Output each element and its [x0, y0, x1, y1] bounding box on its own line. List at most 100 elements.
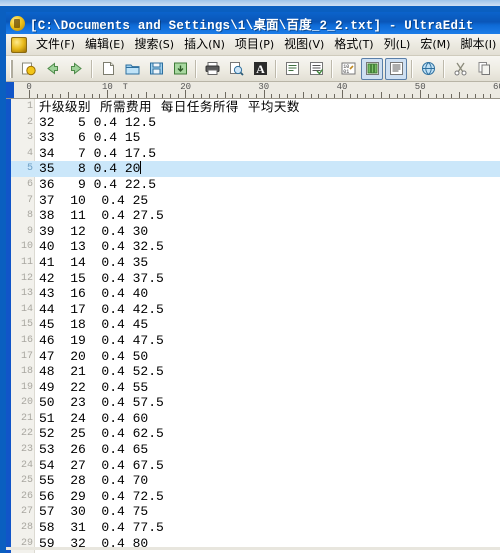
- editor-line[interactable]: 1 升级级别 所需费用 每日任务所得 平均天数: [11, 99, 500, 115]
- line-number: 16: [20, 334, 33, 346]
- line-text: 40 13 0.4 32.5: [39, 239, 164, 255]
- print-preview-icon[interactable]: [225, 58, 247, 80]
- editor-line-selected[interactable]: 5 35 8 0.4 20: [11, 161, 500, 177]
- ruler-label: 20: [180, 82, 191, 92]
- list-lines-icon[interactable]: [305, 58, 327, 80]
- save-icon[interactable]: [145, 58, 167, 80]
- editor-line[interactable]: 16 46 19 0.4 47.5: [11, 333, 500, 349]
- ultraedit-window: [C:\Documents and Settings\1\桌面\百度_2_2.t…: [0, 0, 500, 553]
- document-icon[interactable]: [11, 36, 27, 53]
- menu-item-3[interactable]: 搜索(S): [130, 35, 180, 54]
- back-arrow-icon[interactable]: [41, 58, 63, 80]
- editor-line[interactable]: 14 44 17 0.4 42.5: [11, 302, 500, 318]
- web-browser-icon[interactable]: [417, 58, 439, 80]
- forward-arrow-icon[interactable]: [65, 58, 87, 80]
- line-text: 32 5 0.4 12.5: [39, 114, 157, 130]
- ruler[interactable]: 0 10 20 30 40 50 60 T: [6, 82, 500, 99]
- editor-line[interactable]: 22 52 25 0.4 62.5: [11, 426, 500, 442]
- hex-edit-icon[interactable]: 10 01: [337, 58, 359, 80]
- menu-item-mnemonic: (M): [432, 38, 451, 51]
- editor-line[interactable]: 13 43 16 0.4 40: [11, 286, 500, 302]
- line-text: 50 23 0.4 57.5: [39, 395, 164, 411]
- ruler-label: 10: [102, 82, 113, 92]
- cut-icon[interactable]: [449, 58, 471, 80]
- editor-line[interactable]: 20 50 23 0.4 57.5: [11, 395, 500, 411]
- ruler-tick: [271, 94, 273, 98]
- menu-item-mnemonic: (S): [158, 38, 175, 51]
- ruler-tick: [388, 94, 390, 98]
- text-editor[interactable]: 1 升级级别 所需费用 每日任务所得 平均天数 2 32 5 0.4 12.5 3 33 …: [6, 99, 500, 553]
- menu-item-7[interactable]: 格式(T): [329, 35, 378, 54]
- print-icon[interactable]: [201, 58, 223, 80]
- editor-line[interactable]: 4 34 7 0.4 17.5: [11, 146, 500, 162]
- editor-line[interactable]: 18 48 21 0.4 52.5: [11, 364, 500, 380]
- editor-line[interactable]: 3 33 6 0.4 15: [11, 130, 500, 146]
- save-all-icon[interactable]: [169, 58, 191, 80]
- toolbar-grip[interactable]: [10, 59, 13, 78]
- editor-line[interactable]: 10 40 13 0.4 32.5: [11, 239, 500, 255]
- menu-item-8[interactable]: 列(L): [379, 35, 416, 54]
- editor-line[interactable]: 15 45 18 0.4 45: [11, 317, 500, 333]
- editor-line[interactable]: 24 54 27 0.4 67.5: [11, 458, 500, 474]
- line-text: 57 30 0.4 75: [39, 504, 149, 520]
- ruler-tick: [60, 94, 62, 98]
- line-text: 58 31 0.4 77.5: [39, 520, 164, 536]
- word-wrap-icon[interactable]: [281, 58, 303, 80]
- line-text: 43 16 0.4 40: [39, 286, 149, 302]
- line-number: 10: [20, 241, 33, 253]
- ruler-tick: [287, 94, 289, 98]
- line-number: 25: [20, 475, 33, 487]
- line-number: 1: [26, 101, 33, 112]
- menu-item-1[interactable]: 文件(F): [31, 35, 80, 54]
- ruler-tick: [232, 94, 234, 98]
- editor-line[interactable]: 23 53 26 0.4 65: [11, 442, 500, 458]
- editor-line[interactable]: 25 55 28 0.4 70: [11, 473, 500, 489]
- ruler-tick: [294, 94, 296, 98]
- font-icon[interactable]: A: [249, 58, 271, 80]
- line-text: 35 8 0.4 20: [39, 161, 142, 177]
- ruler-tick: [427, 94, 429, 98]
- editor-line[interactable]: 2 32 5 0.4 12.5: [11, 115, 500, 131]
- editor-line[interactable]: 26 56 29 0.4 72.5: [11, 489, 500, 505]
- menu-item-5[interactable]: 项目(P): [230, 35, 279, 54]
- toolbar-separator: [91, 59, 93, 78]
- line-text: 47 20 0.4 50: [39, 348, 149, 364]
- menu-item-6[interactable]: 视图(V): [279, 35, 329, 54]
- line-text: 55 28 0.4 70: [39, 473, 149, 489]
- editor-rows[interactable]: 1 升级级别 所需费用 每日任务所得 平均天数 2 32 5 0.4 12.5 3 33 …: [11, 99, 500, 553]
- menu-item-2[interactable]: 编辑(E): [80, 35, 130, 54]
- editor-line[interactable]: 7 37 10 0.4 25: [11, 193, 500, 209]
- ruler-tick: [99, 94, 101, 98]
- menu-item-10[interactable]: 脚本(I): [455, 35, 500, 54]
- copy-icon[interactable]: [473, 58, 495, 80]
- line-text: 56 29 0.4 72.5: [39, 488, 164, 504]
- window-frame: [C:\Documents and Settings\1\桌面\百度_2_2.t…: [0, 6, 500, 553]
- editor-line[interactable]: 12 42 15 0.4 37.5: [11, 271, 500, 287]
- line-text: 48 21 0.4 52.5: [39, 364, 164, 380]
- open-recent-icon[interactable]: [17, 58, 39, 80]
- ruler-tick: [52, 94, 54, 98]
- template-icon[interactable]: [385, 57, 407, 80]
- ruler-tick: [451, 94, 453, 98]
- editor-line[interactable]: 9 39 12 0.4 30: [11, 224, 500, 240]
- editor-line[interactable]: 8 38 11 0.4 27.5: [11, 208, 500, 224]
- title-bar[interactable]: [C:\Documents and Settings\1\桌面\百度_2_2.t…: [6, 12, 500, 34]
- editor-line[interactable]: 17 47 20 0.4 50: [11, 349, 500, 365]
- editor-line[interactable]: 19 49 22 0.4 55: [11, 380, 500, 396]
- column-mode-icon[interactable]: [361, 57, 383, 80]
- line-text: 53 26 0.4 65: [39, 442, 149, 458]
- editor-line[interactable]: 6 36 9 0.4 22.5: [11, 177, 500, 193]
- editor-line[interactable]: 28 58 31 0.4 77.5: [11, 520, 500, 536]
- open-folder-icon[interactable]: [121, 58, 143, 80]
- editor-line[interactable]: 21 51 24 0.4 60: [11, 411, 500, 427]
- menu-item-label: 项目: [234, 37, 259, 51]
- new-file-icon[interactable]: [97, 58, 119, 80]
- menu-item-4[interactable]: 插入(N): [179, 35, 230, 54]
- window-bottom-edge: [6, 547, 500, 550]
- menu-item-9[interactable]: 宏(M): [415, 35, 455, 54]
- editor-line[interactable]: 27 57 30 0.4 75: [11, 504, 500, 520]
- ruler-tab-stop[interactable]: T: [123, 83, 128, 92]
- editor-line[interactable]: 11 41 14 0.4 35: [11, 255, 500, 271]
- menu-item-mnemonic: (I): [484, 38, 497, 51]
- ruler-tick: [357, 94, 359, 98]
